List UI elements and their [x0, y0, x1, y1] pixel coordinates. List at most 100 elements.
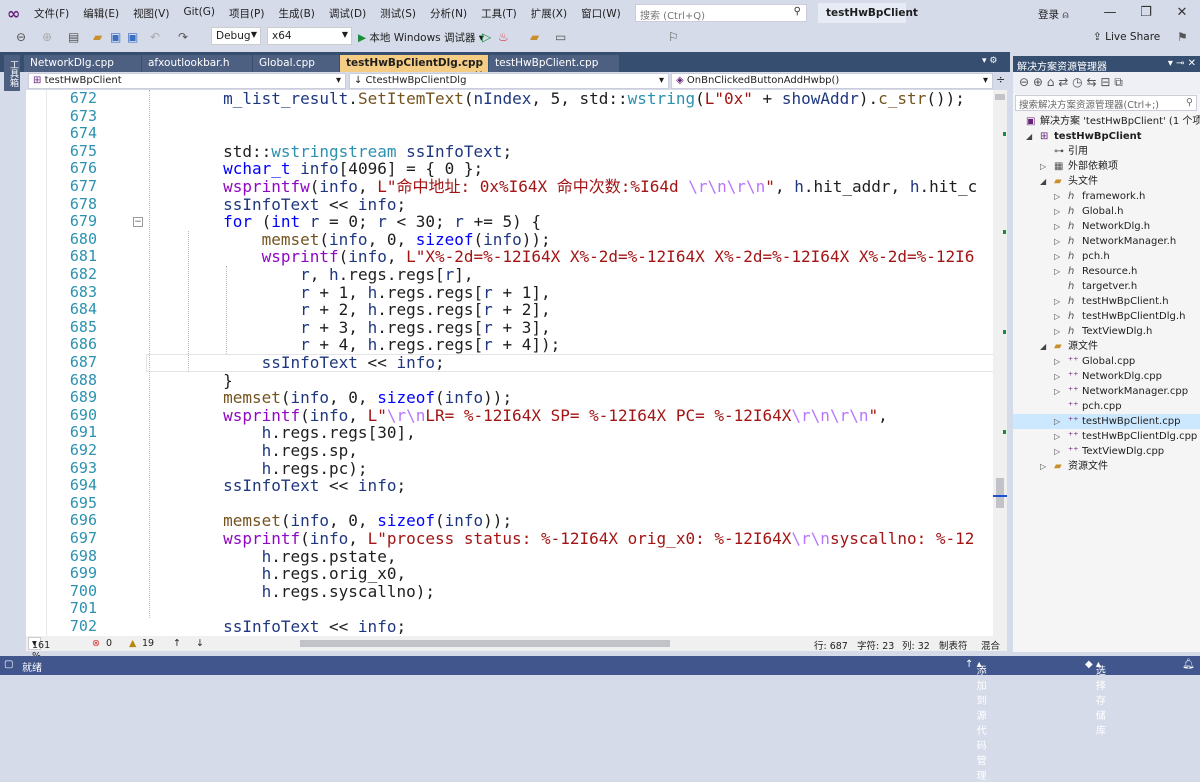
solution-search-input[interactable]: 搜索解决方案资源管理器(Ctrl+;) ⚲ [1015, 95, 1197, 111]
code-line[interactable]: memset(info, 0, sizeof(info)); [146, 512, 512, 530]
start-without-debugging-icon[interactable]: ▷ [482, 30, 491, 44]
menu-item[interactable]: 扩展(X) [531, 6, 567, 21]
code-line[interactable]: m_list_result.SetItemText(nIndex, 5, std… [146, 90, 965, 108]
menu-item[interactable]: 项目(P) [229, 6, 265, 21]
minimize-button[interactable]: — [1100, 5, 1120, 20]
collapsed-arrow-icon[interactable]: ▷ [1054, 369, 1060, 384]
expanded-arrow-icon[interactable]: ◢ [1040, 174, 1046, 189]
tree-item[interactable]: ▷ ⁺⁺ NetworkManager.cpp [1013, 384, 1200, 399]
menu-item[interactable]: 窗口(W) [581, 6, 621, 21]
configuration-dropdown[interactable]: Debug ▼ [211, 27, 261, 45]
sync-icon[interactable]: ⇆ [1086, 75, 1096, 89]
tab-testhwbpclient-cpp[interactable]: testHwBpClient.cpp [489, 55, 619, 72]
select-repository-button[interactable]: ◆ 选择存储库 ▴ [1085, 659, 1106, 737]
start-debugging-button[interactable]: ▶ 本地 Windows 调试器 ▾ [358, 30, 484, 45]
expanded-arrow-icon[interactable]: ◢ [1026, 129, 1032, 144]
collapsed-arrow-icon[interactable]: ▷ [1040, 159, 1046, 174]
save-icon[interactable]: ▣ [110, 30, 121, 44]
tree-item[interactable]: ▷ ℎ Resource.h [1013, 264, 1200, 279]
collapsed-arrow-icon[interactable]: ▷ [1040, 459, 1046, 474]
horizontal-scrollbar[interactable] [300, 640, 670, 647]
menu-item[interactable]: Git(G) [183, 6, 215, 21]
switch-views-icon[interactable]: ⇄ [1058, 75, 1068, 89]
sign-in-link[interactable]: 登录 ⍝ [1038, 7, 1069, 22]
code-line[interactable]: h.regs.regs[30], [146, 424, 416, 442]
vertical-scrollbar[interactable] [993, 90, 1007, 636]
code-line[interactable]: wsprintfw(info, L"命中地址: 0x%I64X 命中次数:%I6… [146, 178, 977, 196]
collapsed-arrow-icon[interactable]: ▷ [1054, 384, 1060, 399]
tree-item[interactable]: ℎ targetver.h [1013, 279, 1200, 294]
tree-item[interactable]: ▷ ℎ testHwBpClient.h [1013, 294, 1200, 309]
close-button[interactable]: ✕ [1172, 5, 1192, 20]
code-line[interactable]: wsprintf(info, L"\r\nLR= %-12I64X SP= %-… [146, 406, 888, 425]
error-icon[interactable]: ⊗ [92, 638, 100, 649]
back-icon[interactable]: ⊖ [16, 30, 26, 44]
add-source-control-button[interactable]: ↑ 添加到源代码管理 ▴ [965, 659, 987, 782]
save-all-icon[interactable]: ▣ [127, 30, 138, 44]
tree-item[interactable]: ▷ ⁺⁺ Global.cpp [1013, 354, 1200, 369]
open-icon[interactable]: ▰ [93, 30, 102, 44]
code-line[interactable]: ssInfoText << info; [146, 618, 406, 636]
platform-dropdown[interactable]: x64 ▼ [267, 27, 352, 45]
code-line[interactable]: r, h.regs.regs[r], [146, 266, 473, 284]
tree-item[interactable]: ▷ ℎ TextViewDlg.h [1013, 324, 1200, 339]
next-issue-icon[interactable]: ↓ [196, 638, 204, 649]
collapse-all-icon[interactable]: ⊟ [1100, 75, 1110, 89]
code-editor[interactable]: 672 m_list_result.SetItemText(nIndex, 5,… [26, 90, 1007, 636]
back-icon[interactable]: ⊖ [1019, 75, 1029, 89]
pending-changes-icon[interactable]: ◷ [1072, 75, 1082, 89]
menu-item[interactable]: 测试(S) [380, 6, 416, 21]
tree-item[interactable]: ▷ ⁺⁺ NetworkDlg.cpp [1013, 369, 1200, 384]
hot-reload-icon[interactable]: ♨ [498, 30, 509, 44]
collapsed-arrow-icon[interactable]: ▷ [1054, 294, 1060, 309]
folder-icon[interactable]: ▰ [530, 30, 539, 44]
collapsed-arrow-icon[interactable]: ▷ [1054, 414, 1060, 429]
tree-item[interactable]: ▷ ⁺⁺ testHwBpClient.cpp [1013, 414, 1200, 429]
collapse-region-icon[interactable]: − [133, 217, 143, 228]
menu-item[interactable]: 文件(F) [34, 6, 69, 21]
collapsed-arrow-icon[interactable]: ▷ [1054, 444, 1060, 459]
collapsed-arrow-icon[interactable]: ▷ [1054, 324, 1060, 339]
tree-item[interactable]: ▷ ⁺⁺ testHwBpClientDlg.cpp [1013, 429, 1200, 444]
expanded-arrow-icon[interactable]: ◢ [1040, 339, 1046, 354]
bookmark-icon[interactable]: ⚐ [668, 30, 679, 44]
code-line[interactable]: h.regs.pstate, [146, 547, 397, 566]
collapsed-arrow-icon[interactable]: ▷ [1054, 204, 1060, 219]
menu-item[interactable]: 视图(V) [133, 6, 169, 21]
code-line[interactable]: r + 4, h.regs.regs[r + 4]); [146, 336, 560, 354]
code-line[interactable]: ssInfoText << info; [146, 477, 406, 495]
restore-button[interactable]: ❐ [1136, 5, 1156, 20]
tree-item[interactable]: ⁺⁺ pch.cpp [1013, 399, 1200, 414]
show-all-files-icon[interactable]: ⧉ [1114, 75, 1123, 89]
new-project-icon[interactable]: ▤ [68, 30, 79, 44]
collapsed-arrow-icon[interactable]: ▷ [1054, 219, 1060, 234]
tree-item[interactable]: ▷ ▦ 外部依赖项 [1013, 159, 1200, 174]
collapsed-arrow-icon[interactable]: ▷ [1054, 189, 1060, 204]
tab-list-dropdown-icon[interactable]: ▾ ⚙ [982, 56, 997, 66]
code-line[interactable]: r + 1, h.regs.regs[r + 1], [146, 283, 550, 302]
tree-item[interactable]: ▷ ℎ NetworkDlg.h [1013, 219, 1200, 234]
menu-item[interactable]: 工具(T) [481, 6, 517, 21]
menu-item[interactable]: 编辑(E) [83, 6, 119, 21]
tree-item[interactable]: ▣ 解决方案 'testHwBpClient' (1 个项目 [1013, 114, 1200, 129]
forward-icon[interactable]: ⊕ [42, 30, 52, 44]
code-line[interactable]: memset(info, 0, sizeof(info)); [146, 389, 512, 407]
tab-afxoutlookbar-h[interactable]: afxoutlookbar.h [142, 55, 252, 72]
code-line[interactable]: ssInfoText << info; [146, 354, 445, 372]
warning-icon[interactable]: ▲ [129, 638, 136, 649]
code-line[interactable]: memset(info, 0, sizeof(info)); [146, 230, 551, 249]
member-dropdown[interactable]: ◈ OnBnClickedButtonAddHwbp() ▾ [671, 73, 993, 89]
class-dropdown[interactable]: ↓ CtestHwBpClientDlg ▾ [349, 73, 669, 89]
tree-item[interactable]: ◢ ▰ 源文件 [1013, 339, 1200, 354]
panel-controls-icon[interactable]: ▾ ⊸ ✕ [1168, 58, 1196, 69]
search-input[interactable]: 搜索 (Ctrl+Q) ⚲ [635, 4, 807, 22]
tree-item[interactable]: ▷ ℎ Global.h [1013, 204, 1200, 219]
feedback-icon[interactable]: ⚑ [1177, 30, 1188, 44]
menu-item[interactable]: 调试(D) [329, 6, 366, 21]
menu-item[interactable]: 生成(B) [278, 6, 314, 21]
tab-networkdlg-cpp[interactable]: NetworkDlg.cpp [24, 55, 141, 72]
toolbox-tab[interactable]: 工具箱 [4, 55, 20, 91]
error-count[interactable]: 0 [106, 638, 112, 649]
tree-item[interactable]: ▷ ℎ pch.h [1013, 249, 1200, 264]
tree-item[interactable]: ◢ ⊞ testHwBpClient [1013, 129, 1200, 144]
